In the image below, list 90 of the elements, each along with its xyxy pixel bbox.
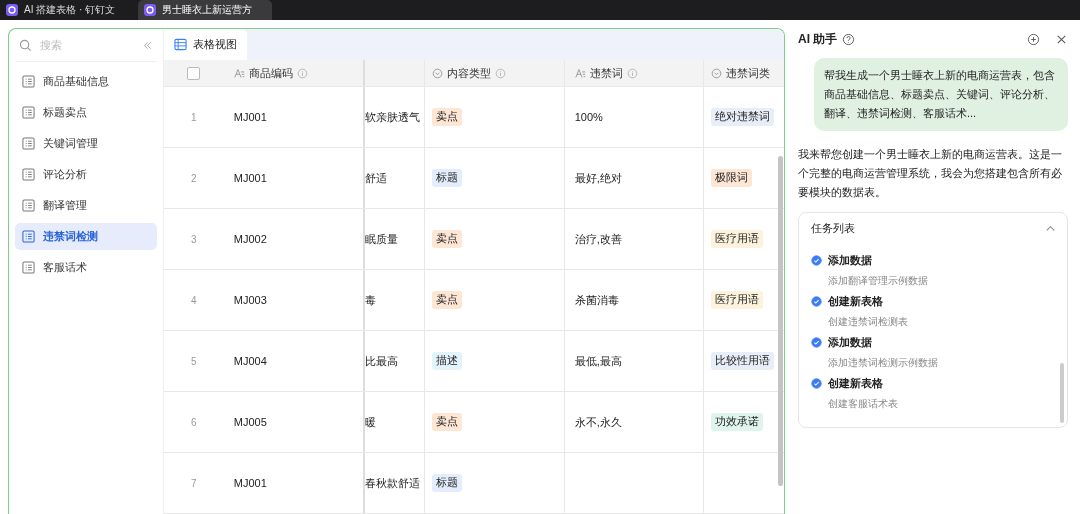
table-cell: MJ001 bbox=[233, 172, 267, 184]
browser-tab[interactable]: AI 搭建表格 · 钉钉文 bbox=[4, 0, 134, 20]
list-icon bbox=[22, 199, 35, 212]
dropdown-field-icon bbox=[432, 67, 444, 79]
task-detail: 创建违禁词检测表 bbox=[828, 315, 908, 329]
task-title: 创建新表格 bbox=[828, 376, 884, 391]
search-input[interactable]: 搜索 bbox=[38, 38, 136, 52]
content-type-tag: 卖点 bbox=[432, 291, 463, 309]
table-cell: 最好,绝对 bbox=[574, 170, 622, 186]
new-chat-icon[interactable] bbox=[1027, 32, 1040, 46]
select-all-checkbox[interactable] bbox=[187, 66, 201, 80]
sidebar-item[interactable]: 翻译管理 bbox=[15, 192, 157, 219]
sidebar-item[interactable]: 客服话术 bbox=[15, 254, 157, 281]
table-cell: MJ001 bbox=[233, 111, 267, 123]
content-type-tag: 卖点 bbox=[432, 230, 463, 248]
table-cell: 毒 bbox=[365, 292, 377, 308]
task-list-title: 任务列表 bbox=[811, 220, 855, 236]
content-type-tag: 卖点 bbox=[432, 108, 463, 126]
column-header[interactable]: 商品编码 bbox=[248, 65, 293, 81]
column-header[interactable]: 违禁词 bbox=[589, 65, 623, 81]
column-header[interactable]: 违禁词类 bbox=[726, 65, 771, 81]
table-cell: MJ004 bbox=[233, 355, 267, 367]
sidebar-item[interactable]: 商品基础信息 bbox=[15, 68, 157, 95]
task-title: 添加数据 bbox=[828, 253, 873, 268]
row-number: 1 bbox=[191, 111, 197, 123]
content-type-tag: 标题 bbox=[432, 474, 463, 492]
scrollbar[interactable] bbox=[778, 156, 783, 486]
table-cell: 暖 bbox=[365, 414, 377, 430]
dropdown-field-icon bbox=[711, 67, 723, 79]
info-icon bbox=[495, 67, 507, 79]
row-number: 2 bbox=[191, 172, 197, 184]
list-icon bbox=[22, 230, 35, 243]
sidebar-item[interactable]: 违禁词检测 bbox=[15, 223, 157, 250]
task-detail: 添加违禁词检测示例数据 bbox=[828, 356, 938, 370]
row-number: 6 bbox=[191, 416, 197, 428]
task-detail: 添加翻译管理示例数据 bbox=[828, 274, 928, 288]
table-cell: MJ001 bbox=[233, 477, 267, 489]
task-title: 创建新表格 bbox=[828, 294, 884, 309]
table-cell: 春秋款舒适 bbox=[365, 475, 421, 491]
list-icon bbox=[22, 137, 35, 150]
table-cell: 杀菌消毒 bbox=[574, 292, 619, 308]
table-cell: 软亲肤透气 bbox=[365, 109, 421, 125]
list-icon bbox=[22, 75, 35, 88]
browser-tab[interactable]: 男士睡衣上新运营方 bbox=[138, 0, 272, 20]
category-tag: 绝对违禁词 bbox=[711, 108, 775, 126]
table-cell: 眠质量 bbox=[365, 231, 399, 247]
row-number: 7 bbox=[191, 477, 197, 489]
table-cell: MJ005 bbox=[233, 416, 267, 428]
category-tag: 医疗用语 bbox=[711, 291, 764, 309]
category-tag: 极限词 bbox=[711, 169, 753, 187]
content-type-tag: 卖点 bbox=[432, 413, 463, 431]
text-field-icon bbox=[574, 67, 586, 79]
table-cell: MJ002 bbox=[233, 233, 267, 245]
category-tag: 功效承诺 bbox=[711, 413, 764, 431]
view-tab[interactable]: 表格视图 bbox=[164, 29, 247, 60]
sidebar-item[interactable]: 标题卖点 bbox=[15, 99, 157, 126]
list-icon bbox=[22, 168, 35, 181]
task-detail: 创建客服话术表 bbox=[828, 397, 898, 411]
content-type-tag: 描述 bbox=[432, 352, 463, 370]
info-icon bbox=[296, 67, 308, 79]
list-icon bbox=[22, 261, 35, 274]
table-cell: 治疗,改善 bbox=[574, 231, 622, 247]
category-tag: 医疗用语 bbox=[711, 230, 764, 248]
task-title: 添加数据 bbox=[828, 335, 873, 350]
text-field-icon bbox=[233, 67, 245, 79]
app-logo-icon bbox=[144, 4, 156, 16]
table-cell: MJ003 bbox=[233, 294, 267, 306]
list-icon bbox=[22, 106, 35, 119]
table-cell: 100% bbox=[574, 111, 603, 123]
user-message: 帮我生成一个男士睡衣上新的电商运营表，包含商品基础信息、标题卖点、关键词、评论分析、翻译、违禁词检测、客服话术... bbox=[814, 58, 1068, 131]
panel-title: AI 助手 bbox=[798, 30, 838, 48]
table-cell: 最低,最高 bbox=[574, 353, 622, 369]
row-number: 5 bbox=[191, 355, 197, 367]
assistant-reply: 我来帮您创建一个男士睡衣上新的电商运营表。这是一个完整的电商运营管理系统，我会为您搭建包含所有必要模块的数据表。 bbox=[798, 147, 1063, 200]
sidebar-item[interactable]: 评论分析 bbox=[15, 161, 157, 188]
scrollbar[interactable] bbox=[1060, 363, 1064, 423]
search-icon bbox=[19, 38, 32, 52]
table-cell: 舒适 bbox=[365, 170, 388, 186]
app-logo-icon bbox=[6, 4, 18, 16]
table-cell: 比最高 bbox=[365, 353, 399, 369]
sidebar-item[interactable]: 关键词管理 bbox=[15, 130, 157, 157]
table-cell: 永不,永久 bbox=[574, 414, 622, 430]
grid-view-icon bbox=[174, 38, 187, 51]
info-icon bbox=[626, 67, 638, 79]
help-icon[interactable] bbox=[842, 32, 856, 46]
content-type-tag: 标题 bbox=[432, 169, 463, 187]
column-header[interactable]: 内容类型 bbox=[447, 65, 492, 81]
row-number: 4 bbox=[191, 294, 197, 306]
row-number: 3 bbox=[191, 233, 197, 245]
category-tag: 比较性用语 bbox=[711, 352, 775, 370]
